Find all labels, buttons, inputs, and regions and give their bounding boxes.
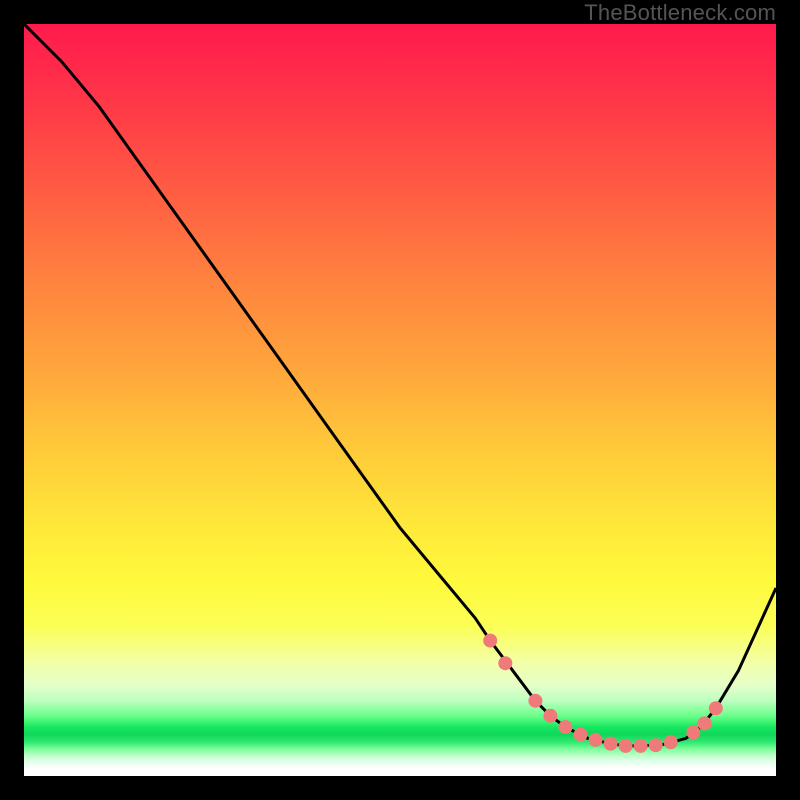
highlight-dot xyxy=(528,694,542,708)
highlight-dots-group xyxy=(483,634,723,753)
highlight-dot xyxy=(483,634,497,648)
highlight-dot xyxy=(634,739,648,753)
plot-area xyxy=(20,20,780,780)
bottleneck-curve-svg xyxy=(24,24,776,776)
highlight-dot xyxy=(709,701,723,715)
highlight-dot xyxy=(686,725,700,739)
bottleneck-curve-path xyxy=(24,24,776,746)
chart-frame: TheBottleneck.com xyxy=(0,0,800,800)
highlight-dot xyxy=(649,738,663,752)
highlight-dot xyxy=(543,709,557,723)
highlight-dot xyxy=(589,733,603,747)
highlight-dot xyxy=(574,728,588,742)
highlight-dot xyxy=(498,656,512,670)
highlight-dot xyxy=(604,737,618,751)
highlight-dot xyxy=(698,716,712,730)
highlight-dot xyxy=(558,720,572,734)
highlight-dot xyxy=(664,735,678,749)
watermark-text: TheBottleneck.com xyxy=(584,0,776,26)
highlight-dot xyxy=(619,739,633,753)
